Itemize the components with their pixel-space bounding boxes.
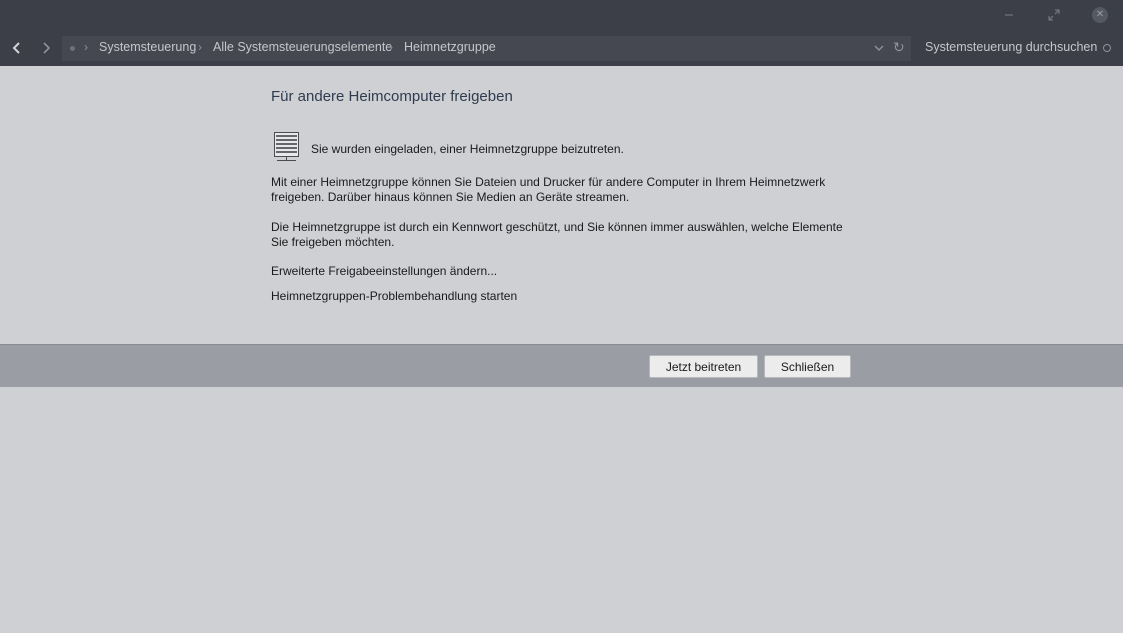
- page-title: Für andere Heimcomputer freigeben: [271, 88, 513, 105]
- description-paragraph-2: Die Heimnetzgruppe ist durch ein Kennwor…: [271, 220, 843, 249]
- restore-button[interactable]: [1042, 4, 1066, 26]
- title-bar: ✕: [0, 0, 1123, 31]
- join-now-button[interactable]: Jetzt beitreten: [649, 355, 758, 378]
- breadcrumb-separator-icon: ›: [84, 40, 88, 54]
- main-content: Für andere Heimcomputer freigeben Sie wu…: [0, 66, 1123, 344]
- chevron-down-icon: [874, 45, 884, 51]
- address-bar[interactable]: › Systemsteuerung › Alle Systemsteuerung…: [62, 36, 911, 61]
- breadcrumb-alle-elemente[interactable]: Alle Systemsteuerungselemente: [213, 40, 392, 54]
- address-dropdown-button[interactable]: [873, 41, 887, 55]
- chevron-left-icon: [12, 42, 20, 54]
- breadcrumb-separator-icon: ›: [389, 40, 393, 54]
- chevron-right-icon: [43, 42, 51, 54]
- troubleshooter-link[interactable]: Heimnetzgruppen-Problembehandlung starte…: [271, 289, 517, 303]
- minimize-button[interactable]: [997, 4, 1021, 26]
- homegroup-icon: [274, 132, 299, 161]
- close-window-button[interactable]: ✕: [1088, 4, 1112, 26]
- minimize-icon: [1005, 14, 1013, 16]
- breadcrumb-heimnetzgruppe[interactable]: Heimnetzgruppe: [404, 40, 496, 54]
- invitation-text: Sie wurden eingeladen, einer Heimnetzgru…: [311, 142, 624, 156]
- advanced-sharing-link[interactable]: Erweiterte Freigabeeinstellungen ändern.…: [271, 264, 497, 278]
- forward-button[interactable]: [36, 38, 56, 58]
- location-icon: [70, 46, 75, 51]
- back-button[interactable]: [7, 38, 27, 58]
- breadcrumb-separator-icon: ›: [198, 40, 202, 54]
- breadcrumb-systemsteuerung[interactable]: Systemsteuerung: [99, 40, 196, 54]
- search-icon[interactable]: [1103, 44, 1111, 52]
- close-button[interactable]: Schließen: [764, 355, 851, 378]
- description-paragraph-1: Mit einer Heimnetzgruppe können Sie Date…: [271, 175, 826, 204]
- navigation-bar: › Systemsteuerung › Alle Systemsteuerung…: [0, 31, 1123, 66]
- button-bar: Jetzt beitreten Schließen: [0, 344, 1123, 387]
- search-input[interactable]: Systemsteuerung durchsuchen: [925, 40, 1097, 54]
- close-icon: ✕: [1092, 7, 1108, 23]
- restore-icon: [1048, 9, 1060, 21]
- refresh-icon[interactable]: ↻: [893, 39, 905, 56]
